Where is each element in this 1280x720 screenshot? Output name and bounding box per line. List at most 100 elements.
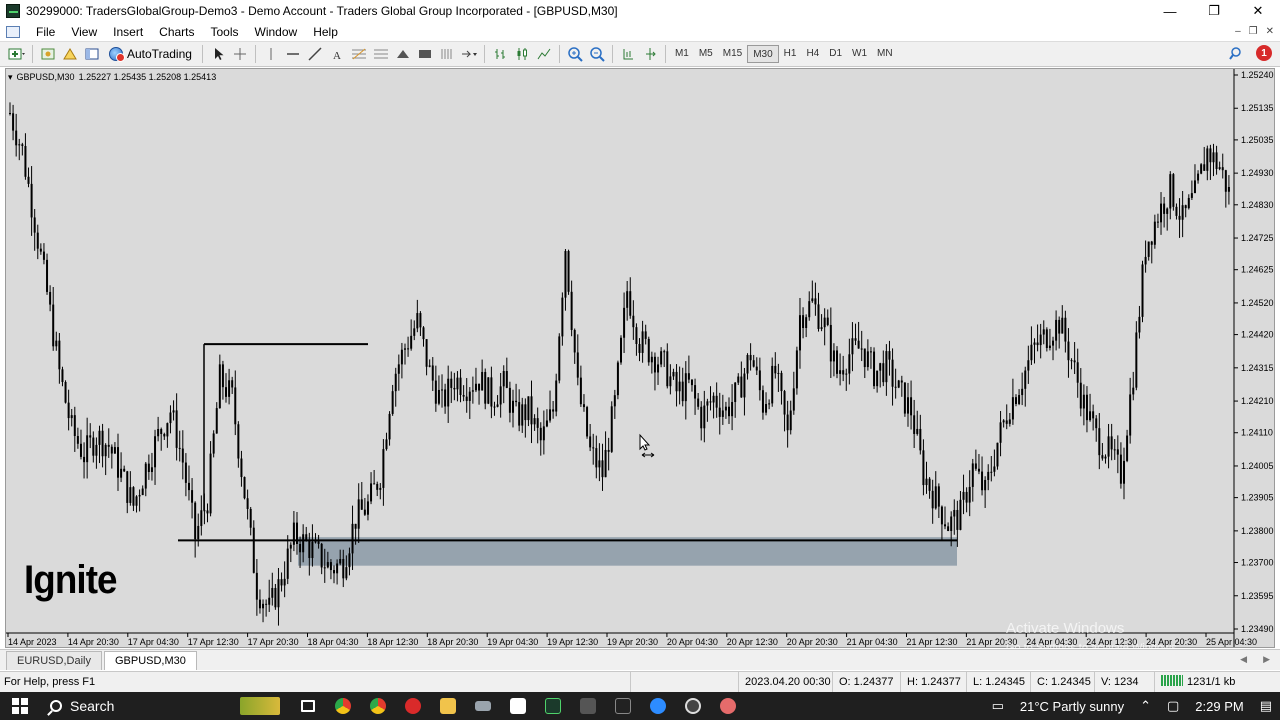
timeframe-m30[interactable]: M30 [747,45,779,63]
tab-scroll-right-icon[interactable]: ▶ [1263,654,1270,665]
menu-charts[interactable]: Charts [151,25,202,39]
text-icon[interactable]: A [326,44,348,64]
candle-body [1104,456,1107,459]
network-icon[interactable]: ▢ [1159,698,1187,714]
channel-icon[interactable] [370,44,392,64]
taskbar-leaf-icon[interactable] [230,692,290,720]
notifications-badge[interactable]: 1 [1256,45,1272,61]
candle-body [206,510,209,514]
candle-body [215,408,218,434]
status-spacer [630,672,738,693]
paint-app-icon[interactable] [710,692,745,720]
candle-body [1135,332,1138,388]
chart-collapse-icon[interactable]: ▾ [8,72,13,83]
candle-body [104,444,107,457]
candle-body [690,379,693,386]
timeframe-h4[interactable]: H4 [801,45,824,63]
task-view-icon[interactable] [290,692,325,720]
candle-body [521,404,524,426]
timeframe-w1[interactable]: W1 [847,45,872,63]
window-titlebar: 30299000: TradersGlobalGroup-Demo3 - Dem… [0,0,1280,22]
keyboard-app-icon[interactable] [465,692,500,720]
candle-body [916,428,919,434]
arrows-dropdown-icon[interactable] [458,44,480,64]
chart-restore-button[interactable]: ❐ [1249,26,1258,37]
windows-start-icon[interactable] [12,698,28,714]
clock-time[interactable]: 2:29 PM [1187,699,1251,714]
menu-window[interactable]: Window [247,25,306,39]
new-chart-icon[interactable] [6,44,28,64]
horizontal-line-icon[interactable] [282,44,304,64]
menu-help[interactable]: Help [305,25,346,39]
weather-icon[interactable]: ▭ [984,698,1012,714]
chart-document-icon[interactable] [6,25,20,38]
bar-chart-icon[interactable] [489,44,511,64]
metatrader-taskbar-icon[interactable] [535,692,570,720]
chrome-profile-icon[interactable] [360,692,395,720]
trendline-icon[interactable] [304,44,326,64]
candle-body [953,509,956,517]
file-explorer-icon[interactable] [430,692,465,720]
chart-minimize-button[interactable]: – [1235,26,1241,37]
tab-eurusd-daily[interactable]: EURUSD,Daily [6,651,102,670]
zoom-icon[interactable] [640,692,675,720]
tab-scroll-left-icon[interactable]: ◀ [1240,654,1247,665]
candle-body [604,449,607,478]
notification-center-icon[interactable]: ▤ [1252,698,1280,714]
candle-body [718,407,721,417]
timeframe-h1[interactable]: H1 [779,45,802,63]
candle-body [518,402,521,426]
crosshair-icon[interactable] [229,44,251,64]
minimize-button[interactable]: — [1148,0,1192,22]
chart-shift-icon[interactable] [617,44,639,64]
candle-body [1073,360,1076,363]
triangle-shape-icon[interactable] [392,44,414,64]
autoscroll-icon[interactable] [639,44,661,64]
xm-app-icon[interactable] [605,692,640,720]
fibonacci-icon[interactable] [348,44,370,64]
taskbar-search[interactable]: Search [40,692,230,720]
terminal-app-icon[interactable] [570,692,605,720]
chart-window[interactable]: 1.25240 1.25135 1.25035 1.24930 1.24830 1.247… [5,68,1275,648]
zoom-out-icon[interactable] [586,44,608,64]
navigator-icon[interactable] [81,44,103,64]
candle-body [1206,148,1209,171]
line-chart-icon[interactable] [533,44,555,64]
tray-expand-icon[interactable]: ⌃ [1132,698,1159,714]
cursor-icon[interactable] [207,44,229,64]
candle-body [21,144,24,146]
chart-close-button[interactable]: ✕ [1266,26,1274,37]
weather-text[interactable]: 21°C Partly sunny [1012,699,1132,714]
tradingview-icon[interactable] [500,692,535,720]
gann-grid-icon[interactable] [436,44,458,64]
search-icon[interactable] [1228,46,1242,60]
autotrading-button[interactable]: AutoTrading [103,44,198,64]
timeframe-m1[interactable]: M1 [670,45,694,63]
market-watch-icon[interactable] [59,44,81,64]
timeframe-m15[interactable]: M15 [718,45,747,63]
obs-icon[interactable] [675,692,710,720]
menu-file[interactable]: File [28,25,63,39]
tab-gbpusd-m30[interactable]: GBPUSD,M30 [103,651,197,670]
restore-button[interactable]: ❐ [1192,0,1236,22]
menu-insert[interactable]: Insert [105,25,151,39]
profiles-icon[interactable] [37,44,59,64]
chrome-icon[interactable] [325,692,360,720]
candle-body [746,354,749,374]
timeframe-d1[interactable]: D1 [824,45,847,63]
vertical-line-icon[interactable] [260,44,282,64]
timeframe-m5[interactable]: M5 [694,45,718,63]
menu-view[interactable]: View [63,25,105,39]
candlestick-chart-icon[interactable] [511,44,533,64]
opera-icon[interactable] [395,692,430,720]
rectangle-shape-icon[interactable] [414,44,436,64]
timeframe-mn[interactable]: MN [872,45,898,63]
zoom-in-icon[interactable] [564,44,586,64]
menu-tools[interactable]: Tools [203,25,247,39]
candlestick-chart[interactable]: 1.25240 1.25135 1.25035 1.24930 1.24830 1.247… [6,69,1274,647]
candle-body [194,502,197,540]
candle-body [1067,341,1070,361]
status-connection[interactable]: 1231/1 kb [1154,672,1280,693]
close-button[interactable]: ✕ [1236,0,1280,22]
candle-body [666,351,669,387]
